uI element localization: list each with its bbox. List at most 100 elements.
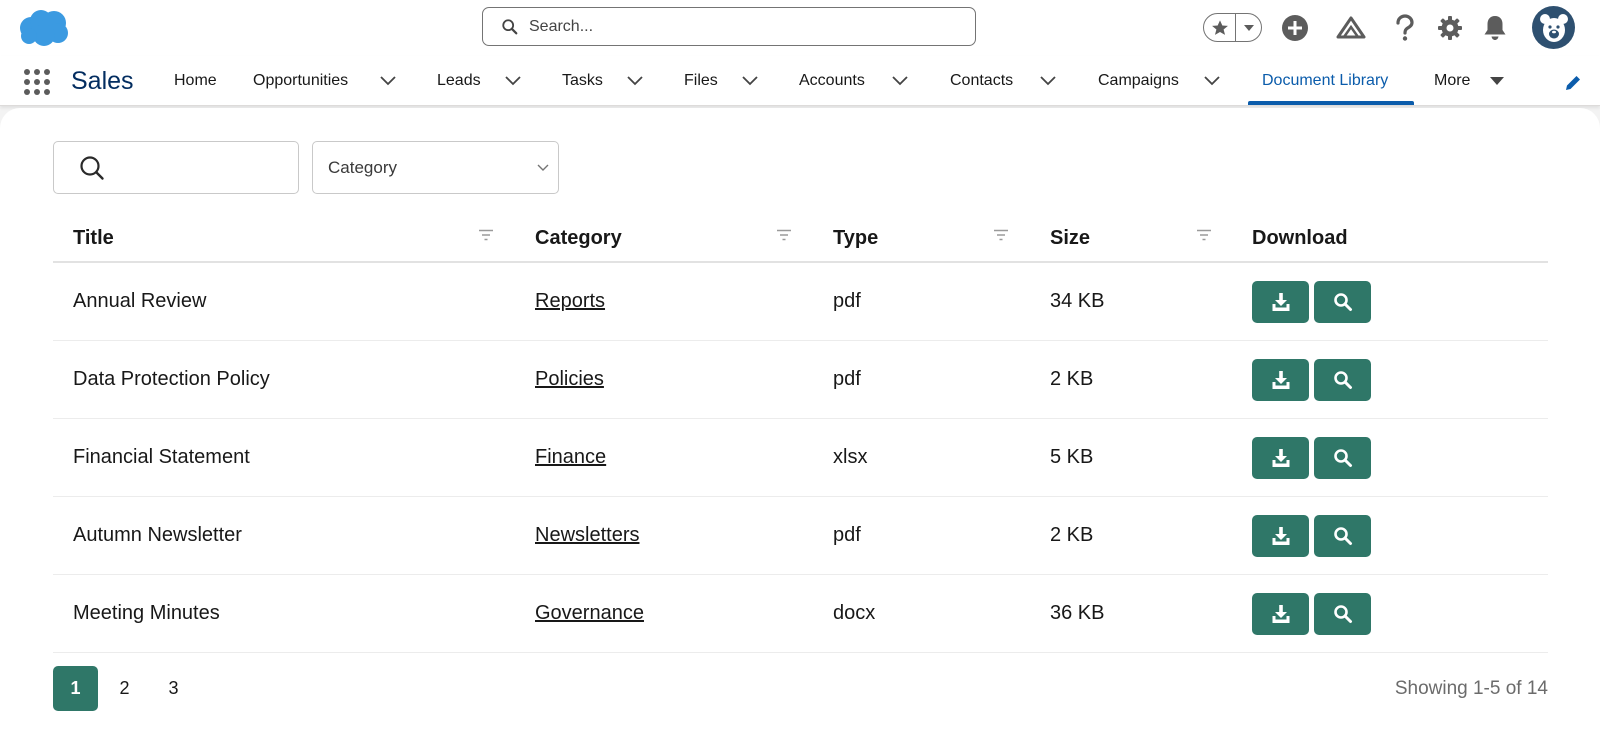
preview-button[interactable] — [1314, 437, 1371, 479]
mountain-icon — [1336, 16, 1366, 39]
category-filter-select[interactable]: Category — [312, 141, 559, 194]
nav-item-tasks[interactable]: Tasks — [562, 56, 603, 106]
category-column-filter[interactable] — [774, 225, 794, 245]
nav-files-menu[interactable] — [739, 70, 761, 92]
salesforce-logo[interactable] — [17, 8, 69, 46]
download-icon — [1272, 527, 1289, 545]
nav-item-contacts[interactable]: Contacts — [950, 56, 1013, 106]
nav-leads-menu[interactable] — [502, 70, 524, 92]
nav-more-menu[interactable] — [1486, 70, 1508, 92]
title-column-filter[interactable] — [476, 225, 496, 245]
page-button-1[interactable]: 1 — [53, 666, 98, 711]
nav-item-document-library[interactable]: Document Library — [1262, 56, 1388, 106]
launcher-dot — [44, 69, 50, 75]
app-name: Sales — [71, 67, 134, 95]
size-column-filter[interactable] — [1194, 225, 1214, 245]
magnifier-icon — [1333, 527, 1352, 545]
column-header-type[interactable]: Type — [833, 218, 878, 258]
help-button[interactable] — [1389, 12, 1421, 44]
page-button-2[interactable]: 2 — [102, 666, 147, 711]
nav-accounts-menu[interactable] — [889, 70, 911, 92]
type-column-filter[interactable] — [991, 225, 1011, 245]
chevron-down-icon — [380, 76, 396, 86]
table-row: Annual Review Reports pdf 34 KB — [53, 263, 1548, 341]
launcher-dot — [24, 89, 30, 95]
cell-type: pdf — [833, 524, 861, 546]
plus-circle-icon — [1282, 15, 1308, 41]
setup-button[interactable] — [1434, 12, 1466, 44]
document-search-input[interactable] — [53, 141, 299, 194]
global-header: Search... — [0, 0, 1600, 56]
trailhead-button[interactable] — [1335, 12, 1367, 44]
favorites-group — [1203, 13, 1262, 42]
cell-category-link[interactable]: Governance — [535, 575, 644, 652]
nav-opportunities-menu[interactable] — [377, 70, 399, 92]
search-icon — [80, 155, 104, 180]
global-search-input[interactable]: Search... — [482, 7, 976, 46]
search-icon — [502, 18, 518, 34]
launcher-dot — [44, 79, 50, 85]
chevron-down-icon — [537, 164, 549, 171]
column-header-size[interactable]: Size — [1050, 218, 1090, 258]
preview-button[interactable] — [1314, 593, 1371, 635]
cell-size: 2 KB — [1050, 524, 1094, 546]
preview-button[interactable] — [1314, 515, 1371, 557]
table-row: Financial Statement Finance xlsx 5 KB — [53, 419, 1548, 497]
filter-icon — [994, 229, 1008, 241]
download-button[interactable] — [1252, 359, 1309, 401]
cell-category-link[interactable]: Finance — [535, 419, 606, 496]
nav-item-accounts[interactable]: Accounts — [799, 56, 865, 106]
magnifier-icon — [1333, 293, 1352, 311]
pencil-icon — [1566, 76, 1580, 90]
nav-contacts-menu[interactable] — [1037, 70, 1059, 92]
cell-category-link[interactable]: Reports — [535, 263, 605, 340]
download-button[interactable] — [1252, 593, 1309, 635]
nav-item-files[interactable]: Files — [684, 56, 718, 106]
edit-nav-button[interactable] — [1562, 72, 1584, 94]
chevron-down-icon — [505, 76, 521, 86]
cell-title: Financial Statement — [73, 446, 250, 468]
cell-title: Data Protection Policy — [73, 368, 270, 390]
magnifier-icon — [1333, 605, 1352, 623]
column-header-category[interactable]: Category — [535, 218, 622, 258]
bell-icon — [1484, 16, 1506, 40]
download-button[interactable] — [1252, 281, 1309, 323]
favorites-button[interactable] — [1204, 14, 1236, 41]
nav-item-leads[interactable]: Leads — [437, 56, 481, 106]
favorites-list-button[interactable] — [1236, 14, 1261, 41]
preview-button[interactable] — [1314, 359, 1371, 401]
pagination-summary: Showing 1-5 of 14 — [1394, 677, 1548, 699]
cell-title: Autumn Newsletter — [73, 524, 242, 546]
caret-down-icon — [1490, 77, 1504, 85]
user-avatar[interactable] — [1532, 6, 1575, 49]
launcher-dot — [24, 79, 30, 85]
cell-category-link[interactable]: Policies — [535, 341, 604, 418]
launcher-dot — [44, 89, 50, 95]
cell-title: Meeting Minutes — [73, 602, 220, 624]
table-row: Meeting Minutes Governance docx 36 KB — [53, 575, 1548, 653]
column-header-title[interactable]: Title — [73, 218, 114, 258]
nav-tasks-menu[interactable] — [624, 70, 646, 92]
download-icon — [1272, 449, 1289, 467]
notifications-button[interactable] — [1479, 12, 1511, 44]
nav-item-campaigns[interactable]: Campaigns — [1098, 56, 1179, 106]
nav-item-opportunities[interactable]: Opportunities — [253, 56, 348, 106]
cell-category-link[interactable]: Newsletters — [535, 497, 639, 574]
nav-active-indicator — [1248, 101, 1414, 105]
chevron-down-icon — [1204, 76, 1220, 86]
nav-item-home[interactable]: Home — [174, 56, 217, 106]
download-button[interactable] — [1252, 437, 1309, 479]
preview-button[interactable] — [1314, 281, 1371, 323]
cell-size: 36 KB — [1050, 602, 1105, 624]
star-icon — [1211, 19, 1228, 35]
page-button-3[interactable]: 3 — [151, 666, 196, 711]
search-placeholder: Search... — [529, 17, 594, 35]
nav-item-more[interactable]: More — [1434, 56, 1470, 106]
app-launcher-button[interactable] — [22, 67, 52, 97]
nav-campaigns-menu[interactable] — [1201, 70, 1223, 92]
download-button[interactable] — [1252, 515, 1309, 557]
chevron-down-icon — [627, 76, 643, 86]
global-actions-button[interactable] — [1279, 12, 1311, 44]
cell-size: 2 KB — [1050, 368, 1094, 390]
app-nav-bar: Sales Home Opportunities Leads Tasks Fil… — [0, 56, 1600, 106]
